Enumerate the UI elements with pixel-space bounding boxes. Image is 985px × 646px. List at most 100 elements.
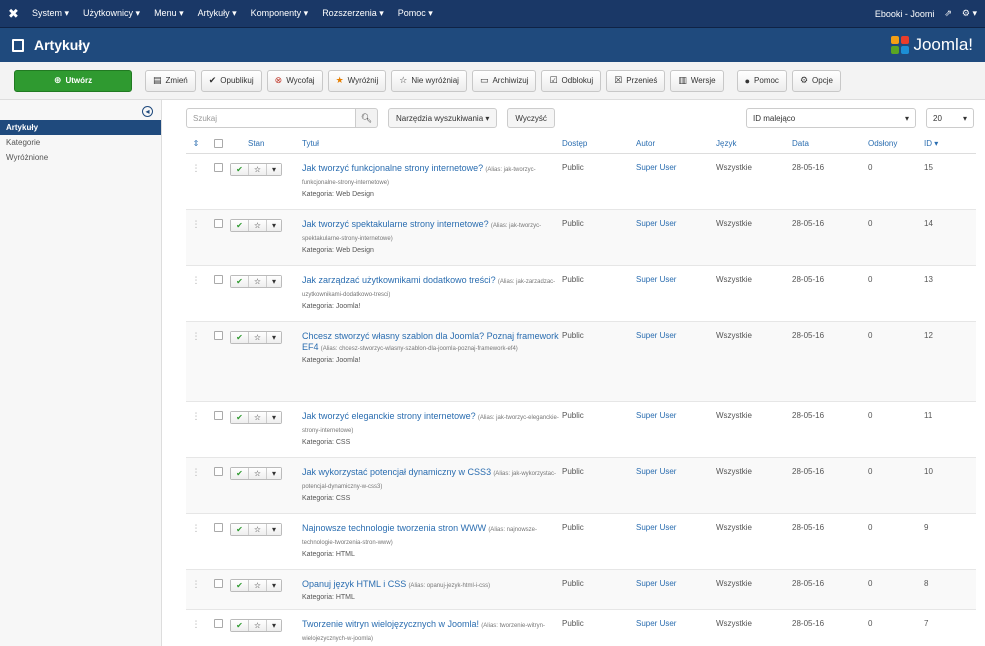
options-button[interactable]: ⚙ Opcje	[791, 69, 841, 92]
row-checkbox[interactable]	[206, 411, 230, 420]
published-toggle-icon[interactable]: ✔	[231, 468, 249, 479]
drag-handle-icon[interactable]: ⋮	[186, 331, 206, 342]
drag-handle-icon[interactable]: ⋮	[186, 579, 206, 590]
external-link-icon[interactable]: ⇗	[944, 8, 952, 19]
batch-button[interactable]: ☒ Przenieś	[606, 69, 666, 92]
drag-handle-icon[interactable]: ⋮	[186, 523, 206, 534]
gear-icon[interactable]: ⚙ ▾	[962, 8, 977, 19]
featured-toggle-icon[interactable]: ☆	[249, 220, 267, 231]
ordering-select[interactable]: ID malejąco ▾	[746, 108, 916, 128]
row-actions-chevron-icon[interactable]: ▾	[267, 276, 281, 287]
row-checkbox[interactable]	[206, 619, 230, 628]
feature-button[interactable]: ★ Wyróżnij	[327, 69, 387, 92]
site-name-link[interactable]: Ebooki - Joomi	[875, 9, 935, 19]
sidebar-item-articles[interactable]: Artykuły	[0, 120, 161, 135]
search-icon[interactable]: 🔍︎	[356, 108, 378, 128]
article-title-link[interactable]: Jak zarządzać użytkownikami dodatkowo tr…	[302, 275, 496, 285]
article-title-link[interactable]: Jak tworzyć funkcjonalne strony internet…	[302, 163, 483, 173]
featured-toggle-icon[interactable]: ☆	[249, 468, 267, 479]
search-tools-button[interactable]: Narzędzia wyszukiwania ▾	[388, 108, 498, 128]
row-checkbox[interactable]	[206, 579, 230, 588]
select-all-checkbox[interactable]	[206, 139, 230, 148]
row-actions-chevron-icon[interactable]: ▾	[267, 412, 281, 423]
author-link[interactable]: Super User	[636, 163, 716, 172]
unpublish-button[interactable]: ⊗ Wycofaj	[266, 69, 323, 92]
drag-handle-icon[interactable]: ⋮	[186, 467, 206, 478]
published-toggle-icon[interactable]: ✔	[231, 276, 249, 287]
featured-toggle-icon[interactable]: ☆	[249, 276, 267, 287]
article-title-link[interactable]: Najnowsze technologie tworzenia stron WW…	[302, 523, 486, 533]
edit-button[interactable]: ▤ Zmień	[145, 69, 196, 92]
joomla-logo-icon[interactable]: ✖	[8, 6, 32, 22]
header-id[interactable]: ID ▾	[924, 139, 960, 148]
sidebar-item-categories[interactable]: Kategorie	[0, 135, 161, 150]
row-checkbox[interactable]	[206, 467, 230, 476]
header-access[interactable]: Dostęp	[562, 139, 636, 148]
row-actions-chevron-icon[interactable]: ▾	[267, 620, 281, 631]
published-toggle-icon[interactable]: ✔	[231, 412, 249, 423]
author-link[interactable]: Super User	[636, 331, 716, 340]
featured-toggle-icon[interactable]: ☆	[249, 332, 267, 343]
menu-help[interactable]: Pomoc ▾	[398, 8, 433, 19]
drag-handle-icon[interactable]: ⋮	[186, 411, 206, 422]
header-hits[interactable]: Odsłony	[868, 139, 924, 148]
author-link[interactable]: Super User	[636, 523, 716, 532]
article-title-link[interactable]: Jak wykorzystać potencjał dynamiczny w C…	[302, 467, 491, 477]
featured-toggle-icon[interactable]: ☆	[249, 412, 267, 423]
menu-menus[interactable]: Menu ▾	[154, 8, 184, 19]
author-link[interactable]: Super User	[636, 411, 716, 420]
row-checkbox[interactable]	[206, 331, 230, 340]
featured-toggle-icon[interactable]: ☆	[249, 524, 267, 535]
featured-toggle-icon[interactable]: ☆	[249, 620, 267, 631]
drag-handle-icon[interactable]: ⋮	[186, 163, 206, 174]
search-input[interactable]: Szukaj	[186, 108, 356, 128]
ordering-sort-icon[interactable]: ⇕	[186, 139, 206, 148]
limit-select[interactable]: 20 ▾	[926, 108, 974, 128]
sidebar-item-featured[interactable]: Wyróżnione	[0, 150, 161, 165]
author-link[interactable]: Super User	[636, 275, 716, 284]
header-status[interactable]: Stan	[230, 139, 302, 148]
help-button[interactable]: ● Pomoc	[736, 69, 787, 92]
row-actions-chevron-icon[interactable]: ▾	[267, 524, 281, 535]
header-title[interactable]: Tytuł	[302, 138, 562, 149]
drag-handle-icon[interactable]: ⋮	[186, 219, 206, 230]
menu-extensions[interactable]: Rozszerzenia ▾	[322, 8, 384, 19]
menu-users[interactable]: Użytkownicy ▾	[83, 8, 140, 19]
clear-button[interactable]: Wyczyść	[507, 108, 555, 128]
published-toggle-icon[interactable]: ✔	[231, 220, 249, 231]
article-title-link[interactable]: Opanuj język HTML i CSS	[302, 579, 406, 589]
article-title-link[interactable]: Jak tworzyć eleganckie strony internetow…	[302, 411, 476, 421]
row-checkbox[interactable]	[206, 219, 230, 228]
menu-components[interactable]: Komponenty ▾	[251, 8, 309, 19]
published-toggle-icon[interactable]: ✔	[231, 332, 249, 343]
header-date[interactable]: Data	[792, 139, 868, 148]
checkin-button[interactable]: ☑ Odblokuj	[541, 69, 602, 92]
header-language[interactable]: Język	[716, 139, 792, 148]
archive-button[interactable]: ▭ Archiwizuj	[471, 69, 537, 92]
unfeature-button[interactable]: ☆ Nie wyróżniaj	[391, 69, 467, 92]
publish-button[interactable]: ✔ Opublikuj	[200, 69, 262, 92]
sidebar-toggle-icon[interactable]: ◂	[142, 106, 153, 117]
drag-handle-icon[interactable]: ⋮	[186, 275, 206, 286]
header-author[interactable]: Autor	[636, 139, 716, 148]
published-toggle-icon[interactable]: ✔	[231, 580, 249, 591]
published-toggle-icon[interactable]: ✔	[231, 164, 249, 175]
menu-content[interactable]: Artykuły ▾	[198, 8, 237, 19]
row-actions-chevron-icon[interactable]: ▾	[267, 220, 281, 231]
featured-toggle-icon[interactable]: ☆	[249, 164, 267, 175]
row-checkbox[interactable]	[206, 523, 230, 532]
article-title-link[interactable]: Tworzenie witryn wielojęzycznych w Jooml…	[302, 619, 479, 629]
row-actions-chevron-icon[interactable]: ▾	[267, 332, 281, 343]
row-actions-chevron-icon[interactable]: ▾	[267, 580, 281, 591]
published-toggle-icon[interactable]: ✔	[231, 524, 249, 535]
author-link[interactable]: Super User	[636, 219, 716, 228]
featured-toggle-icon[interactable]: ☆	[249, 580, 267, 591]
author-link[interactable]: Super User	[636, 579, 716, 588]
row-actions-chevron-icon[interactable]: ▾	[267, 468, 281, 479]
row-checkbox[interactable]	[206, 163, 230, 172]
author-link[interactable]: Super User	[636, 467, 716, 476]
new-button[interactable]: ⊕ Utwórz	[14, 69, 132, 92]
versions-button[interactable]: ▥ Wersje	[670, 69, 724, 92]
row-actions-chevron-icon[interactable]: ▾	[267, 164, 281, 175]
published-toggle-icon[interactable]: ✔	[231, 620, 249, 631]
